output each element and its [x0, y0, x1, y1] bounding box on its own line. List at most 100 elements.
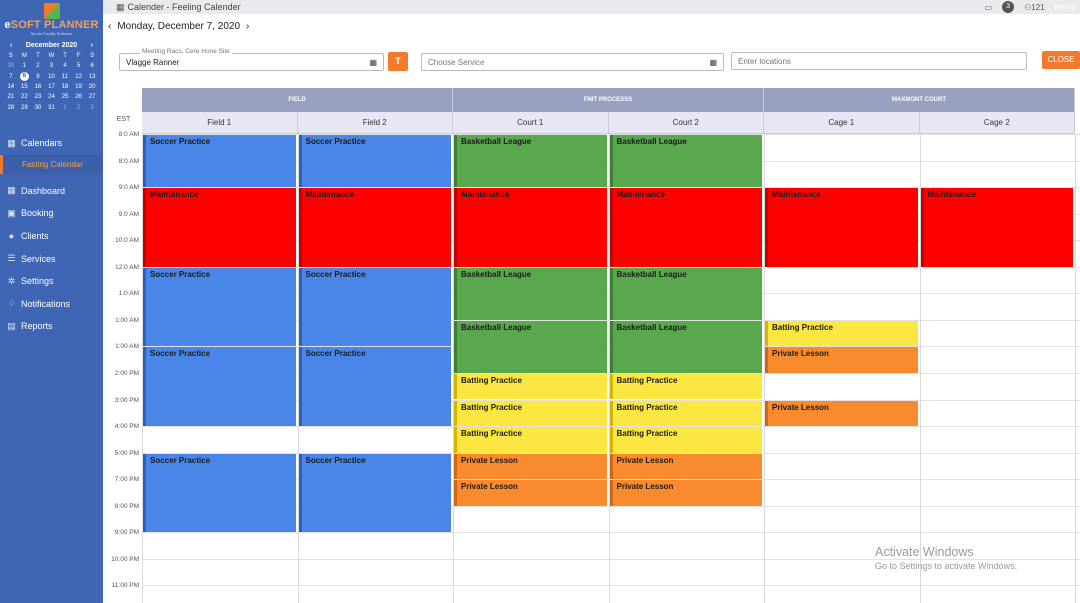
mini-calendar-day[interactable]: 3 [85, 102, 99, 112]
sidebar-item-calendars[interactable]: ▦ Calendars [0, 132, 103, 155]
service-select[interactable]: Choose Service ▦ [421, 53, 724, 71]
mini-calendar-day[interactable]: 6 [85, 61, 99, 71]
toggle-button[interactable]: T [388, 52, 408, 71]
sidebar-item-settings[interactable]: ✲ Settings [0, 270, 103, 293]
mini-calendar-prev-icon[interactable]: ‹ [10, 42, 12, 49]
event-block[interactable]: Basketball League [609, 267, 762, 320]
close-button[interactable]: CLOSE [1042, 51, 1080, 69]
mini-calendar-day[interactable]: 1 [58, 102, 72, 112]
resource-column-header[interactable]: Cage 2 [919, 112, 1075, 134]
mini-calendar-day[interactable]: 1 [18, 61, 32, 71]
event-block[interactable]: Maintenance [143, 188, 296, 267]
event-block[interactable]: Basketball League [609, 320, 762, 373]
event-block[interactable]: Soccer Practice [298, 267, 451, 347]
event-block[interactable]: Batting Practice [454, 427, 607, 453]
mini-calendar-day[interactable]: 30 [4, 61, 18, 71]
mini-calendar-day[interactable]: 21 [4, 92, 18, 102]
event-block[interactable]: Maintenance [920, 188, 1073, 267]
mini-calendar-day[interactable]: 28 [4, 102, 18, 112]
event-block[interactable]: Private Lesson [765, 347, 918, 373]
sidebar-item-dashboard[interactable]: ▦ Dashboard [0, 180, 103, 203]
mini-calendar-day[interactable]: 15 [18, 82, 32, 92]
site-select[interactable]: Meeting Racs, Cere Hone Site Vlagge Rann… [119, 48, 384, 71]
mini-calendar-day[interactable]: 26 [72, 92, 86, 102]
event-block[interactable]: Maintenance [765, 188, 918, 267]
mini-calendar-day[interactable]: 20 [85, 82, 99, 92]
event-block[interactable]: Soccer Practice [298, 453, 451, 533]
mini-calendar-day[interactable]: 14 [4, 82, 18, 92]
event-block[interactable]: Batting Practice [454, 400, 607, 427]
next-day-icon[interactable]: › [246, 21, 249, 32]
mini-calendar-next-icon[interactable]: › [91, 42, 93, 49]
sidebar-item-notifications[interactable]: ♢ Notifications [0, 293, 103, 316]
event-block[interactable]: Batting Practice [609, 400, 762, 427]
event-block[interactable]: Basketball League [454, 267, 607, 320]
event-block[interactable]: Private Lesson [454, 453, 607, 480]
mini-calendar-day[interactable]: 8 [18, 72, 32, 82]
mini-calendar-day[interactable]: 25 [58, 92, 72, 102]
sidebar-item-booking[interactable]: ▣ Booking [0, 202, 103, 225]
prev-day-icon[interactable]: ‹ [108, 21, 111, 32]
mini-calendar-day[interactable]: 18 [58, 82, 72, 92]
mini-calendar-day[interactable]: 30 [31, 102, 45, 112]
user-menu[interactable]: ⚇121 [1024, 3, 1045, 12]
mini-calendar-day[interactable]: 2 [31, 61, 45, 71]
location-input[interactable]: Enter locations [731, 52, 1027, 70]
mini-calendar-day[interactable]: 17 [45, 82, 59, 92]
resource-column-header[interactable]: Cage 1 [764, 112, 920, 134]
home-link[interactable]: Home [1055, 3, 1076, 12]
sidebar-item-clients[interactable]: ● Clients [0, 225, 103, 248]
event-block[interactable]: Private Lesson [454, 480, 607, 506]
event-block[interactable]: Maintenance [298, 188, 451, 267]
sidebar-item-services[interactable]: ☰ Services [0, 247, 103, 270]
event-block[interactable]: Private Lesson [609, 453, 762, 480]
mini-calendar-day[interactable]: 7 [4, 72, 18, 82]
event-block[interactable]: Soccer Practice [143, 135, 296, 188]
event-block[interactable]: Basketball League [454, 320, 607, 373]
mini-calendar-day[interactable]: 3 [45, 61, 59, 71]
mini-calendar-day[interactable]: 24 [45, 92, 59, 102]
mini-calendar-day[interactable]: 11 [58, 72, 72, 82]
logo[interactable]: eSOFT PLANNER Sports Facility Software [0, 0, 103, 36]
event-block[interactable]: Batting Practice [609, 427, 762, 453]
keyboard-icon[interactable]: ▭ [985, 3, 993, 12]
event-block[interactable]: Batting Practice [454, 373, 607, 400]
resource-column-header[interactable]: Court 2 [608, 112, 764, 134]
mini-calendar-day[interactable]: 22 [18, 92, 32, 102]
resource-column-header[interactable]: Field 2 [297, 112, 453, 134]
event-block[interactable]: Soccer Practice [143, 267, 296, 347]
mini-calendar-day[interactable]: 31 [45, 102, 59, 112]
event-block[interactable]: Basketball League [609, 135, 762, 188]
event-block[interactable]: Maintenance [454, 188, 607, 267]
mini-calendar-day[interactable]: 5 [72, 61, 86, 71]
mini-calendar-day[interactable]: 27 [85, 92, 99, 102]
mini-calendar-day[interactable]: 2 [72, 102, 86, 112]
event-block[interactable]: Batting Practice [765, 320, 918, 347]
mini-calendar-day[interactable]: 10 [45, 72, 59, 82]
mini-calendar-day[interactable]: 12 [72, 72, 86, 82]
event-block[interactable]: Private Lesson [609, 480, 762, 506]
event-block[interactable]: Maintenance [609, 188, 762, 267]
mini-calendar-day[interactable]: 13 [85, 72, 99, 82]
mini-calendar-day[interactable]: 19 [72, 82, 86, 92]
mini-calendar-day[interactable]: 4 [58, 61, 72, 71]
calendar-icon[interactable]: ▦ [369, 58, 377, 67]
notification-badge[interactable]: 3 [1002, 1, 1015, 13]
event-block[interactable]: Soccer Practice [298, 347, 451, 427]
resource-column-header[interactable]: Field 1 [142, 112, 298, 134]
calendar-icon[interactable]: ▦ [709, 58, 717, 67]
event-block[interactable]: Basketball League [454, 135, 607, 188]
mini-calendar-day[interactable]: 29 [18, 102, 32, 112]
sidebar-item-reports[interactable]: ▤ Reports [0, 315, 103, 338]
event-block[interactable]: Batting Practice [609, 373, 762, 400]
mini-calendar-day[interactable]: 9 [31, 72, 45, 82]
event-block[interactable]: Private Lesson [765, 400, 918, 427]
resource-column-header[interactable]: Court 1 [453, 112, 609, 134]
mini-calendar-day[interactable]: 23 [31, 92, 45, 102]
sidebar-item-fasting-calendar[interactable]: Fasting Calendar [0, 154, 103, 174]
mini-calendar-day[interactable]: 16 [31, 82, 45, 92]
event-block[interactable]: Soccer Practice [298, 135, 451, 188]
event-block[interactable]: Soccer Practice [143, 347, 296, 427]
event-block[interactable]: Soccer Practice [143, 453, 296, 533]
time-label: 12:0 AM [115, 263, 139, 271]
